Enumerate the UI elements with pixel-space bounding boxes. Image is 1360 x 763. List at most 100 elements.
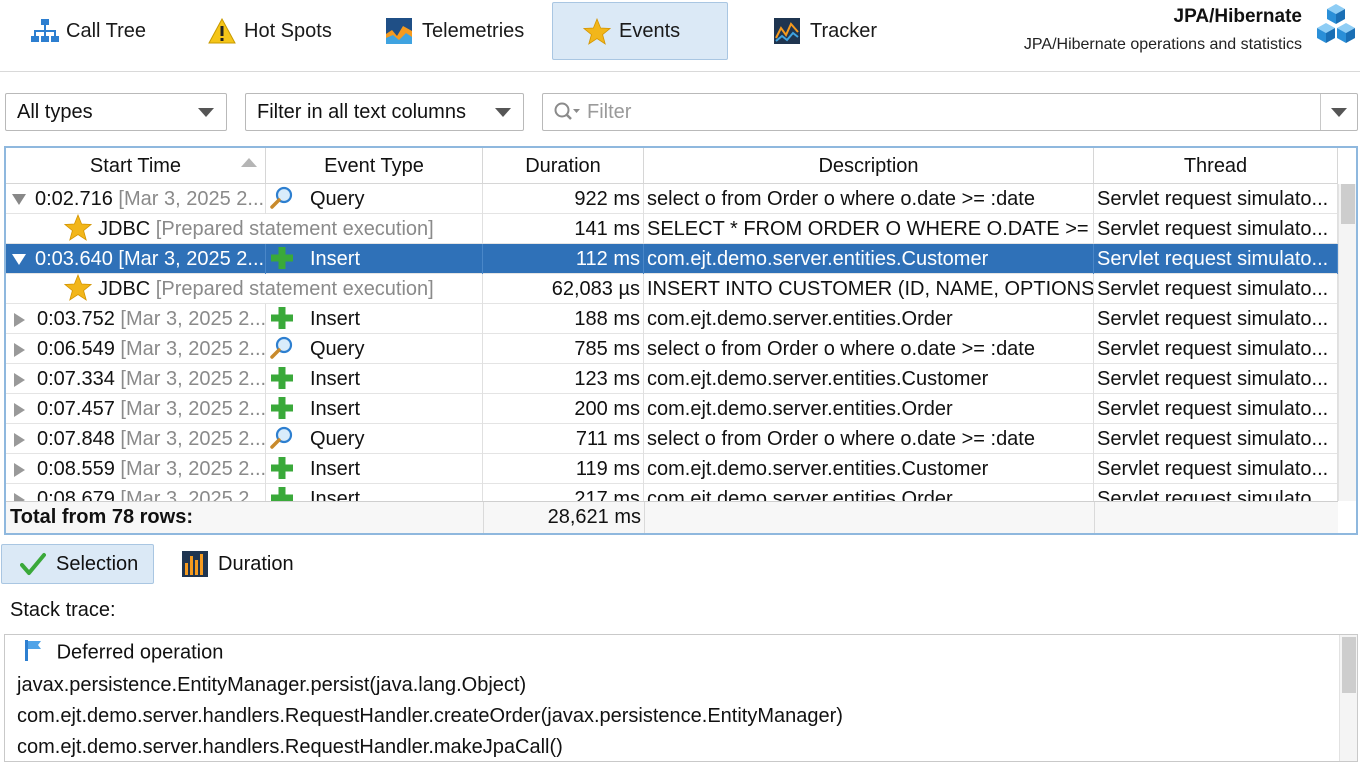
cell-thread: Servlet request simulato... xyxy=(1094,484,1338,501)
cell-description: com.ejt.demo.server.entities.Order xyxy=(644,394,1094,424)
stack-trace-panel: Deferred operation javax.persistence.Ent… xyxy=(4,634,1358,762)
table-row[interactable]: 0:07.848 [Mar 3, 2025 2... Query 711 ms sel… xyxy=(6,424,1338,454)
expand-triangle-icon[interactable] xyxy=(14,462,25,477)
cell-event-type-label: Insert xyxy=(310,308,361,330)
expand-triangle-icon[interactable] xyxy=(14,342,25,357)
event-type-dropdown-value: All types xyxy=(17,100,93,123)
cell-start-time-value: 0:07.848 xyxy=(37,428,115,450)
cell-start-date: [Mar 3, 2025 2... xyxy=(118,188,265,210)
chevron-down-icon xyxy=(495,108,511,117)
tab-call-tree[interactable]: Call Tree xyxy=(0,2,176,60)
cell-description: com.ejt.demo.server.entities.Customer xyxy=(644,454,1094,484)
cell-start-date: [Mar 3, 2025 2... xyxy=(120,368,266,390)
cell-duration: 922 ms xyxy=(483,184,644,214)
table-row[interactable]: 0:03.640 [Mar 3, 2025 2... Insert 112 ms co… xyxy=(6,244,1338,274)
table-scrollbar-thumb[interactable] xyxy=(1341,184,1355,224)
stack-frame[interactable]: com.ejt.demo.server.handlers.RequestHand… xyxy=(17,705,843,728)
cell-event-type: Insert xyxy=(266,304,483,334)
stack-line-text: Deferred operation xyxy=(56,641,224,664)
table-vertical-scrollbar[interactable] xyxy=(1338,184,1356,501)
table-row[interactable]: 0:06.549 [Mar 3, 2025 2... Query 785 ms sel… xyxy=(6,334,1338,364)
cell-start-time-value: 0:08.559 xyxy=(37,458,115,480)
cell-start-time: JDBC [Prepared statement execution] xyxy=(6,273,434,304)
cell-description: com.ejt.demo.server.entities.Order xyxy=(644,484,1094,501)
view-subtitle: JPA/Hibernate operations and statistics xyxy=(1023,36,1302,53)
cell-event-type: Query xyxy=(266,424,483,454)
cell-description: select o from Order o where o.date >= :d… xyxy=(644,334,1094,364)
expand-triangle-icon[interactable] xyxy=(14,492,25,501)
events-table: Start Time Event Type Duration Descripti… xyxy=(4,146,1358,535)
telemetry-icon xyxy=(386,18,412,44)
table-total-duration: 28,621 ms xyxy=(547,506,641,528)
cell-duration: 217 ms xyxy=(483,484,644,501)
cell-start-time: 0:08.679 [Mar 3, 2025 2... xyxy=(6,484,266,501)
stack-frame[interactable]: javax.persistence.EntityManager.persist(… xyxy=(17,674,526,697)
expand-triangle-icon[interactable] xyxy=(14,372,25,387)
table-row[interactable]: 0:08.559 [Mar 3, 2025 2... Insert 119 ms co… xyxy=(6,454,1338,484)
collapse-triangle-icon[interactable] xyxy=(12,194,26,206)
expand-triangle-icon[interactable] xyxy=(14,312,25,327)
cell-start-label: JDBC xyxy=(98,278,151,300)
table-row[interactable]: 0:02.716 [Mar 3, 2025 2... Query 922 ms sel… xyxy=(6,184,1338,214)
column-header-description-label: Description xyxy=(818,154,919,177)
column-header-start-time[interactable]: Start Time xyxy=(6,148,266,184)
tab-tracker[interactable]: Tracker xyxy=(744,2,920,60)
chevron-down-icon xyxy=(198,108,214,117)
expand-triangle-icon[interactable] xyxy=(14,402,25,417)
table-row[interactable]: 0:03.752 [Mar 3, 2025 2... Insert 188 ms co… xyxy=(6,304,1338,334)
stack-vertical-scrollbar[interactable] xyxy=(1339,635,1357,761)
collapse-triangle-icon[interactable] xyxy=(12,254,26,266)
expand-triangle-icon[interactable] xyxy=(14,432,25,447)
cell-start-date: [Mar 3, 2025 2... xyxy=(120,398,266,420)
column-header-event-type[interactable]: Event Type xyxy=(266,148,483,184)
table-row[interactable]: 0:07.334 [Mar 3, 2025 2... Insert 123 ms co… xyxy=(6,364,1338,394)
cell-start-date: [Mar 3, 2025 2... xyxy=(120,458,266,480)
filter-search-input[interactable] xyxy=(585,98,1305,126)
tab-hot-spots[interactable]: Hot Spots xyxy=(178,2,354,60)
table-row[interactable]: 0:07.457 [Mar 3, 2025 2... Insert 200 ms co… xyxy=(6,394,1338,424)
tab-events[interactable]: Events xyxy=(552,2,728,60)
plus-icon xyxy=(270,396,294,420)
star-icon xyxy=(582,17,612,45)
cell-start-time: 0:06.549 [Mar 3, 2025 2... xyxy=(6,334,266,364)
cell-start-time: 0:08.559 [Mar 3, 2025 2... xyxy=(6,454,266,484)
flag-icon xyxy=(21,638,45,662)
column-header-description[interactable]: Description xyxy=(644,148,1094,184)
cell-start-time-value: 0:07.457 xyxy=(37,398,115,420)
cell-thread: Servlet request simulato... xyxy=(1094,274,1338,304)
filter-history-dropdown-icon[interactable] xyxy=(1331,108,1347,117)
tab-hot-spots-label: Hot Spots xyxy=(244,19,332,42)
cell-thread: Servlet request simulato... xyxy=(1094,244,1338,274)
stack-frame[interactable]: com.ejt.demo.server.handlers.RequestHand… xyxy=(17,736,563,759)
stack-scrollbar-thumb[interactable] xyxy=(1342,637,1356,693)
column-header-duration[interactable]: Duration xyxy=(483,148,644,184)
cell-description: com.ejt.demo.server.entities.Order xyxy=(644,304,1094,334)
table-row-child[interactable]: JDBC [Prepared statement execution] 141 m… xyxy=(6,213,1338,244)
event-type-dropdown[interactable]: All types xyxy=(5,93,227,131)
view-title: JPA/Hibernate xyxy=(1173,6,1302,27)
table-row-child[interactable]: JDBC [Prepared statement execution] 62,08… xyxy=(6,273,1338,304)
stack-line-deferred[interactable]: Deferred operation xyxy=(21,638,224,665)
cell-description: select o from Order o where o.date >= :d… xyxy=(644,184,1094,214)
column-header-thread[interactable]: Thread xyxy=(1094,148,1338,184)
cell-start-time-value: 0:07.334 xyxy=(37,368,115,390)
column-header-thread-label: Thread xyxy=(1183,154,1248,177)
cell-start-time: JDBC [Prepared statement execution] xyxy=(6,213,434,244)
tab-telemetries[interactable]: Telemetries xyxy=(356,2,546,60)
cell-duration: 141 ms xyxy=(483,214,644,244)
filter-column-dropdown[interactable]: Filter in all text columns xyxy=(245,93,524,131)
table-row[interactable]: 0:08.679 [Mar 3, 2025 2... Insert 217 ms co… xyxy=(6,484,1338,501)
footer-separator xyxy=(644,502,645,533)
cell-start-time: 0:03.752 [Mar 3, 2025 2... xyxy=(6,304,266,334)
cell-start-date: [Mar 3, 2025 2... xyxy=(118,248,265,270)
cell-event-type: Insert xyxy=(266,244,483,274)
tab-selection[interactable]: Selection xyxy=(1,544,154,584)
tab-duration[interactable]: Duration xyxy=(164,544,324,584)
cell-start-time-value: 0:03.640 xyxy=(35,248,113,270)
plus-icon xyxy=(270,456,294,480)
plus-icon xyxy=(270,246,294,270)
table-header: Start Time Event Type Duration Descripti… xyxy=(6,148,1338,184)
cell-event-type: Insert xyxy=(266,454,483,484)
cell-start-date: [Mar 3, 2025 2... xyxy=(120,338,266,360)
cell-event-type: Query xyxy=(266,184,483,214)
